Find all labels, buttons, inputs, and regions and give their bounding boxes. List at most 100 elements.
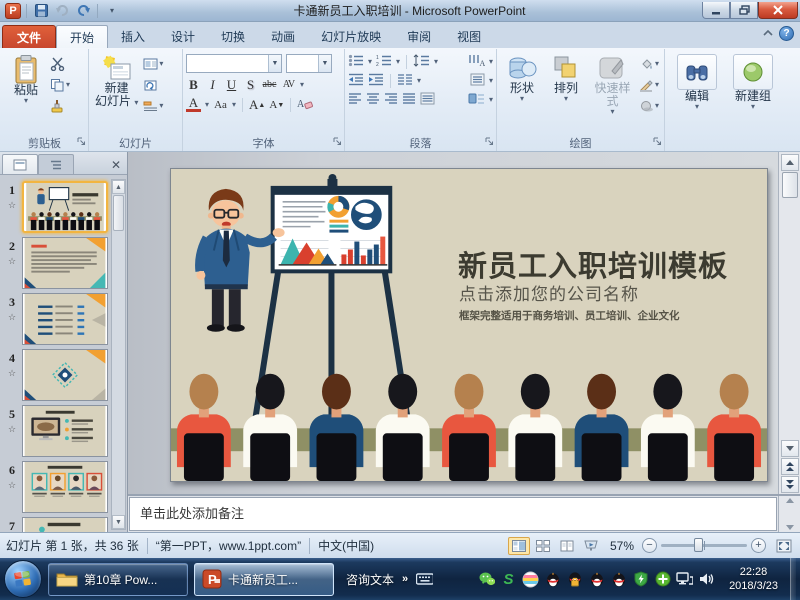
tab-slideshow[interactable]: 幻灯片放映: [308, 25, 394, 48]
convert-smartart-button[interactable]: [468, 92, 485, 108]
shape-outline-button[interactable]: ▾: [639, 77, 659, 93]
volume-icon[interactable]: [698, 571, 715, 588]
slide-editor[interactable]: 新员工入职培训模板 点击添加您的公司名称 框架完整适用于商务培训、员工培训、企业…: [128, 152, 778, 494]
change-case-button[interactable]: Aa: [213, 96, 228, 113]
scroll-down-button[interactable]: ▼: [112, 515, 125, 529]
font-size-combobox[interactable]: ▼: [286, 54, 332, 73]
security-shield-icon[interactable]: [632, 571, 649, 588]
slide-subtitle[interactable]: 点击添加您的公司名称: [459, 280, 639, 305]
drawing-dialog-launcher[interactable]: [653, 137, 662, 149]
qq-icon[interactable]: [544, 571, 561, 588]
section-button[interactable]: ▾: [143, 98, 163, 114]
slide-sorter-view-button[interactable]: [532, 537, 554, 555]
help-button[interactable]: ?: [779, 26, 794, 41]
slide-thumbnail-5[interactable]: 5☆: [0, 405, 127, 461]
qq-icon[interactable]: [610, 571, 627, 588]
tab-animations[interactable]: 动画: [258, 25, 308, 48]
normal-view-button[interactable]: [508, 537, 530, 555]
sogou-icon[interactable]: S: [500, 571, 517, 588]
align-text-button[interactable]: [470, 73, 485, 89]
zoom-track[interactable]: [661, 544, 747, 547]
notes-scrollbar[interactable]: [778, 496, 800, 532]
taskbar-clock[interactable]: 22:28 2018/3/23: [729, 565, 778, 593]
zoom-in-button[interactable]: +: [751, 538, 766, 553]
layout-button[interactable]: ▾: [143, 56, 163, 72]
slideshow-view-button[interactable]: [580, 537, 602, 555]
new-group-button[interactable]: 新建组▾: [730, 51, 776, 111]
outline-tab[interactable]: [38, 154, 74, 174]
scroll-down-button[interactable]: [781, 440, 799, 457]
main-scrollbar[interactable]: [778, 152, 800, 494]
columns-button[interactable]: [397, 73, 413, 89]
minimize-button[interactable]: [702, 2, 730, 19]
align-right-button[interactable]: [384, 92, 398, 108]
slide-title[interactable]: 新员工入职培训模板: [458, 243, 728, 285]
input-keyboard-icon[interactable]: [416, 571, 433, 588]
scrollbar-thumb[interactable]: [113, 195, 124, 231]
align-left-button[interactable]: [348, 92, 362, 108]
next-slide-button[interactable]: [781, 476, 799, 493]
text-shadow-button[interactable]: S: [243, 76, 258, 93]
thumbnail-scrollbar[interactable]: ▲ ▼: [111, 179, 126, 530]
start-button[interactable]: [4, 560, 42, 598]
slide-thumbnail-7[interactable]: 7: [0, 517, 127, 532]
font-color-button[interactable]: A: [186, 97, 201, 112]
reading-view-button[interactable]: [556, 537, 578, 555]
restore-button[interactable]: [730, 2, 758, 19]
reset-button[interactable]: [143, 77, 163, 93]
line-spacing-button[interactable]: [413, 54, 430, 70]
strikethrough-button[interactable]: abc: [262, 76, 277, 93]
bold-button[interactable]: B: [186, 76, 201, 93]
bullets-button[interactable]: [348, 54, 364, 70]
slide-thumbnail-4[interactable]: 4☆: [0, 349, 127, 405]
increase-indent-button[interactable]: [368, 73, 384, 89]
paragraph-dialog-launcher[interactable]: [485, 137, 494, 149]
font-dialog-launcher[interactable]: [333, 137, 342, 149]
shape-fill-button[interactable]: ▾: [639, 56, 659, 72]
tab-review[interactable]: 审阅: [394, 25, 444, 48]
save-button[interactable]: [32, 2, 50, 20]
slide-canvas[interactable]: 新员工入职培训模板 点击添加您的公司名称 框架完整适用于商务培训、员工培训、企业…: [170, 168, 768, 482]
clipboard-dialog-launcher[interactable]: [77, 137, 86, 149]
align-center-button[interactable]: [366, 92, 380, 108]
underline-button[interactable]: U: [224, 76, 239, 93]
tab-file[interactable]: 文件: [2, 25, 56, 48]
zoom-percentage[interactable]: 57%: [610, 539, 634, 553]
qq-icon[interactable]: [588, 571, 605, 588]
shapes-button[interactable]: 形状▾: [500, 51, 544, 103]
editing-button[interactable]: 编辑▾: [674, 51, 720, 111]
format-painter-button[interactable]: [50, 98, 70, 114]
justify-button[interactable]: [402, 92, 416, 108]
show-desktop-button[interactable]: [790, 558, 796, 600]
qq-locked-icon[interactable]: [566, 571, 583, 588]
slides-tab[interactable]: [2, 154, 38, 174]
new-slide-button[interactable]: 新建 幻灯片 ▾: [92, 51, 141, 108]
tab-home[interactable]: 开始: [56, 25, 108, 48]
tab-design[interactable]: 设计: [158, 25, 208, 48]
slide-thumbnail-3[interactable]: 3☆: [0, 293, 127, 349]
scroll-up-button[interactable]: ▲: [112, 180, 125, 194]
tab-transitions[interactable]: 切换: [208, 25, 258, 48]
slide-thumbnail-6[interactable]: 6☆: [0, 461, 127, 517]
distribute-button[interactable]: [420, 92, 435, 108]
zoom-out-button[interactable]: −: [642, 538, 657, 553]
redo-button[interactable]: [74, 2, 92, 20]
quick-styles-button[interactable]: 快速样式▾: [588, 51, 637, 116]
network-icon[interactable]: [676, 571, 693, 588]
zoom-handle[interactable]: [694, 538, 703, 552]
powerpoint-app-icon[interactable]: P: [5, 3, 21, 19]
taskbar-toolbar-label[interactable]: 咨询文本: [346, 571, 394, 588]
tab-insert[interactable]: 插入: [108, 25, 158, 48]
grow-font-button[interactable]: A▲: [249, 96, 265, 113]
arrange-button[interactable]: 排列▾: [544, 51, 588, 103]
language-indicator[interactable]: 中文(中国): [318, 537, 374, 554]
customize-qat-button[interactable]: ▾: [103, 2, 121, 20]
slide-thumbnail-2[interactable]: 2☆: [0, 237, 127, 293]
text-direction-button[interactable]: A: [468, 54, 485, 70]
close-button[interactable]: [758, 2, 798, 19]
slide-thumbnail-1[interactable]: 1☆: [0, 181, 127, 237]
notes-input[interactable]: 单击此处添加备注: [129, 497, 777, 531]
font-name-combobox[interactable]: ▼: [186, 54, 282, 73]
decrease-indent-button[interactable]: [348, 73, 364, 89]
scroll-up-button[interactable]: [781, 154, 799, 171]
